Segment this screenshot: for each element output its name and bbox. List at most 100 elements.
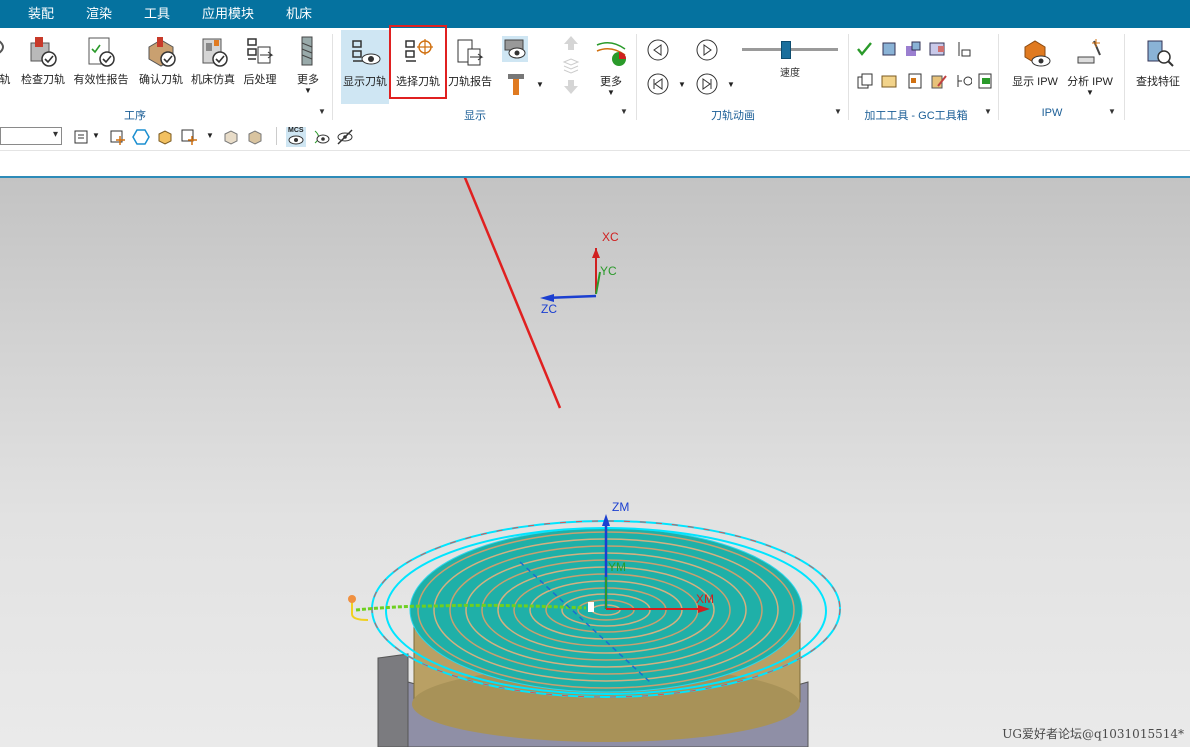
viewport-canvas — [348, 178, 841, 747]
gc-edit-icon[interactable] — [930, 72, 948, 90]
gc-measure-icon[interactable] — [956, 40, 974, 58]
hide-eye-icon[interactable] — [336, 128, 354, 146]
gc-export-icon[interactable] — [976, 72, 994, 90]
display-group-expand-icon[interactable]: ▼ — [620, 107, 628, 116]
triad-icon — [540, 248, 601, 302]
speed-slider-thumb[interactable] — [781, 41, 792, 59]
menu-bar: 装配 渲染 工具 应用模块 机床 — [0, 0, 1190, 28]
snap-dropdown-icon[interactable]: ▼ — [206, 131, 214, 140]
toolpath-report-button[interactable]: 刀轨报告 — [446, 30, 494, 104]
box-wire-icon[interactable] — [246, 128, 264, 146]
toolpath-report-label: 刀轨报告 — [448, 76, 492, 88]
step-back-button[interactable] — [646, 72, 670, 96]
gc-group-expand-icon[interactable]: ▼ — [984, 107, 992, 116]
toolpath-eye-icon[interactable] — [312, 128, 330, 146]
tool-more-icon — [301, 36, 313, 66]
validity-report-button[interactable]: 有效性报告 — [70, 28, 132, 100]
machine-simulation-label: 机床仿真 — [191, 74, 235, 86]
analyze-ipw-icon — [1077, 39, 1101, 64]
arrow-up-icon[interactable] — [562, 34, 580, 52]
step-back-dropdown-icon[interactable]: ▼ — [678, 80, 686, 89]
graphics-viewport[interactable]: XC YC ZC ZM YM XM — [0, 176, 1190, 747]
display-toolpath-button[interactable]: 显示刀轨 — [341, 30, 389, 104]
gc-doc-icon[interactable] — [906, 72, 924, 90]
highlight-box — [389, 25, 447, 99]
generate-toolpath-button[interactable]: 轨 — [0, 28, 18, 100]
step-forward-dropdown-icon[interactable]: ▼ — [727, 80, 735, 89]
snap-toggle-icon[interactable] — [180, 128, 198, 146]
separator — [636, 34, 637, 120]
menu-application[interactable]: 应用模块 — [202, 0, 254, 28]
arrow-down-icon[interactable] — [562, 78, 580, 96]
generate-toolpath-label: 轨 — [0, 74, 11, 86]
display-more-button[interactable]: 更多 ▼ — [590, 30, 632, 104]
analyze-ipw-button[interactable]: 分析 IPW ▼ — [1064, 30, 1116, 104]
separator — [848, 34, 849, 120]
confirm-toolpath-button[interactable]: 确认刀轨 — [136, 28, 186, 100]
confirm-toolpath-label: 确认刀轨 — [139, 74, 183, 86]
post-process-icon — [247, 38, 274, 64]
find-feature-icon — [1147, 40, 1174, 67]
separator — [998, 34, 999, 120]
tool-display-dropdown-icon[interactable]: ▼ — [536, 80, 544, 89]
show-ipw-button[interactable]: 显示 IPW — [1008, 30, 1062, 104]
machine-icon — [202, 38, 228, 67]
gc-check-icon[interactable] — [856, 40, 874, 58]
post-process-button[interactable]: 后处理 — [240, 28, 280, 100]
ribbon: 轨 检查刀轨 有效性报告 确认刀轨 机床仿真 后处理 更多 ▼ 工序 ▼ 显示刀… — [0, 28, 1190, 124]
color-chart-icon — [596, 42, 626, 66]
separator — [276, 127, 277, 145]
triad-x-label: XC — [602, 230, 619, 244]
solid-snap-icon[interactable] — [156, 128, 174, 146]
separator — [1124, 34, 1125, 120]
toolpath-report-icon — [457, 39, 484, 66]
triad-y-label: YC — [600, 264, 617, 278]
find-feature-button[interactable]: 查找特征 — [1130, 30, 1186, 104]
gc-drill-icon[interactable] — [954, 72, 973, 90]
operation-more-button[interactable]: 更多 ▼ — [288, 28, 328, 100]
triad-z-label: ZC — [541, 302, 557, 316]
more-dropdown-icon: ▼ — [304, 86, 312, 95]
step-forward-button[interactable] — [695, 72, 719, 96]
validity-report-label: 有效性报告 — [73, 74, 129, 86]
operation-group-label: 工序 — [124, 110, 146, 122]
tool-display-icon[interactable] — [506, 72, 526, 98]
filter-combo[interactable] — [0, 127, 62, 145]
machine-simulation-button[interactable]: 机床仿真 — [188, 28, 238, 100]
wcs-x-label: XM — [696, 592, 714, 606]
wcs-z-label: ZM — [612, 500, 630, 514]
display-ipw-eye-icon[interactable] — [502, 36, 528, 62]
menu-tools[interactable]: 工具 — [144, 0, 170, 28]
play-forward-button[interactable] — [695, 38, 719, 62]
check-toolpath-icon — [30, 37, 57, 67]
verify-toolpath-label: 检查刀轨 — [21, 74, 65, 86]
operation-group-expand-icon[interactable]: ▼ — [318, 107, 326, 116]
hexagon-icon[interactable] — [132, 128, 150, 146]
menu-assembly[interactable]: 装配 — [28, 0, 54, 28]
analyze-ipw-dropdown-icon: ▼ — [1086, 88, 1094, 97]
gc-assign-icon[interactable] — [904, 40, 922, 58]
select-filter-icon[interactable] — [72, 128, 90, 146]
gc-tool-icon[interactable] — [880, 40, 898, 58]
post-process-label: 后处理 — [243, 74, 277, 86]
watermark: UG爱好者论坛@q1031015514* — [1002, 727, 1184, 741]
box-icon[interactable] — [222, 128, 240, 146]
gc-sheet-icon[interactable] — [928, 40, 946, 58]
animation-group-expand-icon[interactable]: ▼ — [834, 107, 842, 116]
select-filter-dropdown-icon[interactable]: ▼ — [92, 131, 100, 140]
display-toolpath-label: 显示刀轨 — [343, 76, 387, 88]
report-icon — [88, 37, 115, 67]
speed-slider[interactable] — [742, 41, 838, 59]
show-ipw-icon — [1024, 40, 1051, 67]
display-more-label: 更多 — [600, 76, 622, 88]
play-reverse-button[interactable] — [646, 38, 670, 62]
verify-toolpath-button[interactable]: 检查刀轨 — [20, 28, 66, 100]
layers-icon[interactable] — [562, 56, 580, 74]
ipw-group-expand-icon[interactable]: ▼ — [1108, 107, 1116, 116]
menu-render[interactable]: 渲染 — [86, 0, 112, 28]
menu-machine[interactable]: 机床 — [286, 0, 312, 28]
snap-point-icon[interactable] — [108, 128, 126, 146]
gc-folder-icon[interactable] — [880, 72, 898, 90]
mcs-display-icon[interactable]: MCS — [286, 127, 306, 147]
gc-copy-icon[interactable] — [856, 72, 874, 90]
